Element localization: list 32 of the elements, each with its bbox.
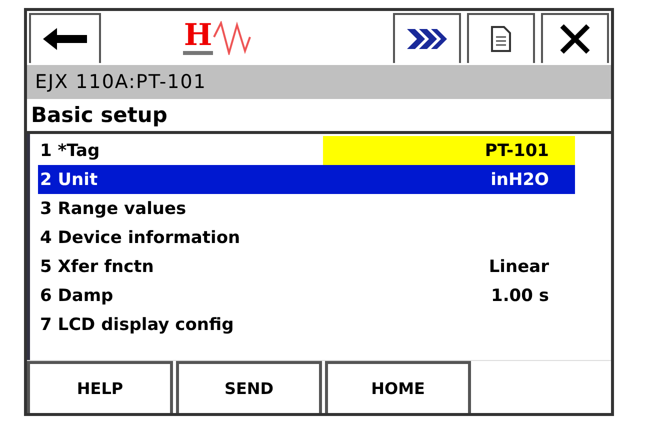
item-value: PT-101 [323, 136, 575, 165]
item-value: 1.00 s [490, 284, 550, 308]
document-icon [490, 25, 512, 53]
item-label: 2 Unit [39, 170, 98, 190]
item-value: inH2O [490, 168, 550, 192]
softkey-button[interactable]: SEND [176, 361, 322, 413]
menu-item[interactable]: 5 Xfer fnctn Linear [38, 252, 575, 281]
back-arrow-icon [41, 26, 89, 52]
close-button[interactable] [541, 13, 609, 63]
menu-item[interactable]: 3 Range values [38, 194, 575, 223]
softkey-button[interactable]: HELP [27, 361, 173, 413]
forward-button[interactable] [393, 13, 461, 63]
item-value: Linear [488, 256, 550, 278]
device-title: EJX 110A:PT-101 [35, 71, 206, 93]
item-label: 6 Damp [39, 286, 114, 306]
item-label: 1 *Tag [39, 140, 100, 160]
menu-item[interactable]: 2 Unit inH2O [38, 165, 575, 194]
logo-letter: H [182, 21, 214, 55]
wave-icon [213, 21, 252, 55]
close-icon [558, 23, 592, 55]
item-label: 4 Device information [39, 228, 240, 248]
document-button[interactable] [467, 13, 535, 63]
back-button[interactable] [29, 13, 101, 63]
menu-item[interactable]: 1 *Tag PT-101 [38, 136, 575, 165]
menu-item[interactable]: 7 LCD display config [38, 310, 575, 339]
menu-item[interactable]: 4 Device information [38, 223, 575, 252]
menu-item[interactable]: 6 Damp 1.00 s [38, 281, 575, 310]
chevrons-icon [405, 27, 449, 51]
item-label: 3 Range values [39, 198, 186, 218]
item-label: 5 Xfer fnctn [39, 256, 154, 276]
item-label: 7 LCD display config [39, 314, 234, 334]
softkey-button[interactable]: HOME [325, 361, 471, 413]
